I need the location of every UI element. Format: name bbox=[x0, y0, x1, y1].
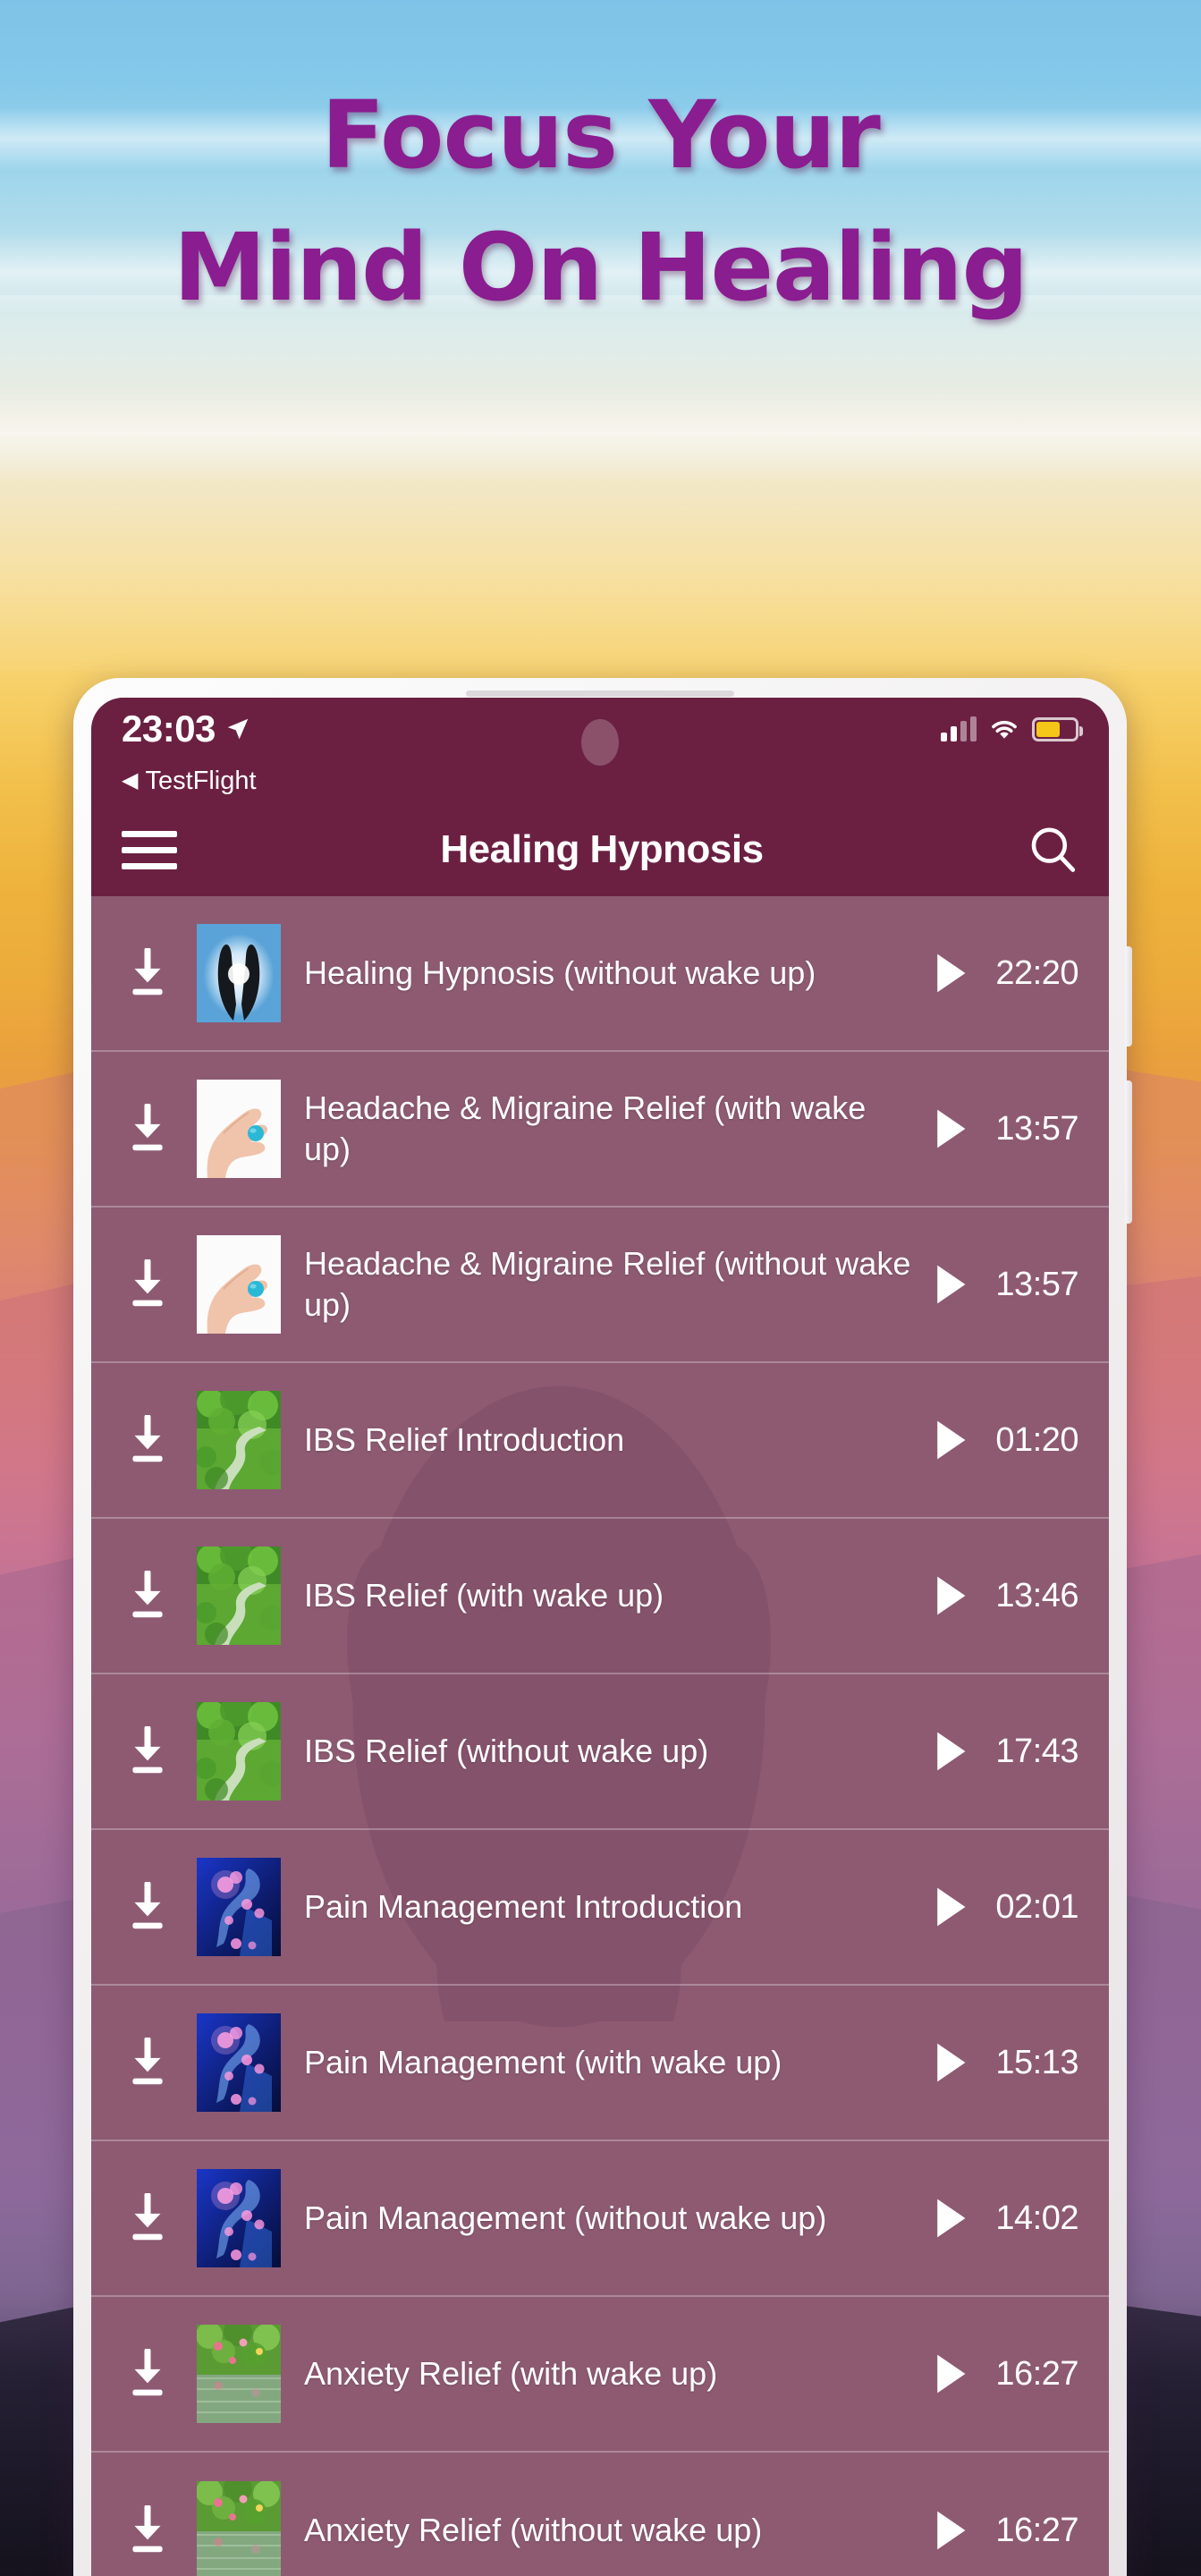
play-icon[interactable] bbox=[926, 1572, 975, 1620]
back-app-label: TestFlight bbox=[145, 766, 257, 795]
garden-pond-thumb bbox=[197, 2481, 281, 2576]
track-title: Anxiety Relief (with wake up) bbox=[304, 2354, 718, 2392]
track-title: Headache & Migraine Relief (without wake… bbox=[304, 1244, 911, 1323]
play-icon[interactable] bbox=[926, 949, 975, 997]
track-title: IBS Relief Introduction bbox=[304, 1420, 625, 1458]
status-bar-time: 23:03 bbox=[122, 708, 216, 750]
blue-anatomy-figure-thumb bbox=[197, 2013, 281, 2112]
promo-poster: Focus Your Mind On Healing 23:03 ◀ TestF… bbox=[0, 0, 1201, 2576]
blue-anatomy-figure-thumb bbox=[197, 2169, 281, 2267]
play-icon[interactable] bbox=[926, 1727, 975, 1775]
play-icon[interactable] bbox=[926, 2506, 975, 2555]
track-duration: 22:20 bbox=[995, 953, 1078, 992]
table-row[interactable]: Pain Management (with wake up) 15:13 bbox=[91, 1986, 1109, 2141]
track-title: Healing Hypnosis (without wake up) bbox=[304, 953, 816, 991]
page-title: Focus Your Mind On Healing bbox=[0, 70, 1201, 334]
download-icon[interactable] bbox=[113, 1405, 182, 1475]
nav-bar: Healing Hypnosis bbox=[91, 803, 1109, 896]
table-row[interactable]: Pain Management (without wake up) 14:02 bbox=[91, 2141, 1109, 2297]
track-duration: 13:57 bbox=[995, 1265, 1078, 1303]
track-duration: 15:13 bbox=[995, 2043, 1078, 2081]
earpiece-speaker bbox=[466, 691, 734, 697]
battery-icon bbox=[1032, 716, 1083, 741]
sky-haze bbox=[0, 295, 1201, 671]
table-row[interactable]: Anxiety Relief (without wake up) 16:27 bbox=[91, 2453, 1109, 2576]
location-arrow-icon bbox=[227, 718, 249, 740]
track-title: Anxiety Relief (without wake up) bbox=[304, 2511, 763, 2548]
nav-title: Healing Hypnosis bbox=[440, 827, 764, 871]
track-title: Pain Management (with wake up) bbox=[304, 2043, 782, 2080]
download-icon[interactable] bbox=[113, 2183, 182, 2253]
table-row[interactable]: IBS Relief (without wake up) 17:43 bbox=[91, 1674, 1109, 1830]
play-icon[interactable] bbox=[926, 1105, 975, 1153]
track-duration: 16:27 bbox=[995, 2511, 1078, 2549]
headline-line-1: Focus Your bbox=[321, 80, 881, 190]
hand-holding-pill-thumb bbox=[197, 1080, 281, 1178]
track-duration: 16:27 bbox=[995, 2354, 1078, 2393]
play-icon[interactable] bbox=[926, 1883, 975, 1931]
track-duration: 01:20 bbox=[995, 1420, 1078, 1459]
download-icon[interactable] bbox=[113, 1716, 182, 1786]
table-row[interactable]: Healing Hypnosis (without wake up) 22:20 bbox=[91, 896, 1109, 1052]
track-duration: 14:02 bbox=[995, 2199, 1078, 2237]
volume-up-button[interactable] bbox=[1125, 946, 1132, 1046]
blue-anatomy-figure-thumb bbox=[197, 1858, 281, 1956]
green-forest-stream-thumb bbox=[197, 1391, 281, 1489]
status-bar: 23:03 ◀ TestFlight bbox=[91, 698, 1109, 803]
download-icon[interactable] bbox=[113, 1872, 182, 1942]
track-title: IBS Relief (with wake up) bbox=[304, 1576, 664, 1614]
hand-holding-pill-thumb bbox=[197, 1235, 281, 1334]
play-icon[interactable] bbox=[926, 2038, 975, 2087]
front-camera-icon bbox=[581, 719, 619, 766]
track-title: IBS Relief (without wake up) bbox=[304, 1732, 709, 1769]
wifi-icon bbox=[992, 720, 1017, 739]
table-row[interactable]: Headache & Migraine Relief (without wake… bbox=[91, 1208, 1109, 1363]
track-duration: 13:57 bbox=[995, 1109, 1078, 1148]
search-icon[interactable] bbox=[1027, 824, 1078, 876]
green-forest-stream-thumb bbox=[197, 1702, 281, 1801]
play-icon[interactable] bbox=[926, 2350, 975, 2398]
table-row[interactable]: Headache & Migraine Relief (with wake up… bbox=[91, 1052, 1109, 1208]
track-duration: 17:43 bbox=[995, 1732, 1078, 1770]
garden-pond-thumb bbox=[197, 2325, 281, 2423]
table-row[interactable]: IBS Relief (with wake up) 13:46 bbox=[91, 1519, 1109, 1674]
headline-line-2: Mind On Healing bbox=[173, 212, 1028, 322]
back-caret-icon: ◀ bbox=[122, 768, 139, 792]
download-icon[interactable] bbox=[113, 2496, 182, 2565]
play-icon[interactable] bbox=[926, 2194, 975, 2242]
volume-down-button[interactable] bbox=[1125, 1080, 1132, 1224]
track-title: Pain Management (without wake up) bbox=[304, 2199, 827, 2236]
download-icon[interactable] bbox=[113, 938, 182, 1008]
download-icon[interactable] bbox=[113, 2339, 182, 2409]
track-list[interactable]: Healing Hypnosis (without wake up) 22:20… bbox=[91, 896, 1109, 2576]
download-icon[interactable] bbox=[113, 2028, 182, 2097]
track-duration: 02:01 bbox=[995, 1887, 1078, 1926]
download-icon[interactable] bbox=[113, 1094, 182, 1164]
back-to-testflight-link[interactable]: ◀ TestFlight bbox=[122, 760, 1078, 801]
table-row[interactable]: Anxiety Relief (with wake up) 16:27 bbox=[91, 2297, 1109, 2453]
phone-mockup: 23:03 ◀ TestFlight Healing Hypnosis Heal… bbox=[73, 678, 1132, 2576]
hamburger-menu-icon[interactable] bbox=[122, 830, 177, 869]
download-icon[interactable] bbox=[113, 1250, 182, 1319]
track-title: Headache & Migraine Relief (with wake up… bbox=[304, 1089, 867, 1167]
green-forest-stream-thumb bbox=[197, 1546, 281, 1645]
track-title: Pain Management Introduction bbox=[304, 1887, 743, 1925]
play-icon[interactable] bbox=[926, 1260, 975, 1309]
cellular-signal-icon bbox=[941, 716, 977, 741]
track-duration: 13:46 bbox=[995, 1576, 1078, 1614]
download-icon[interactable] bbox=[113, 1561, 182, 1631]
play-icon[interactable] bbox=[926, 1416, 975, 1464]
table-row[interactable]: IBS Relief Introduction 01:20 bbox=[91, 1363, 1109, 1519]
praying-hands-sky-thumb bbox=[197, 924, 281, 1022]
table-row[interactable]: Pain Management Introduction 02:01 bbox=[91, 1830, 1109, 1986]
phone-screen: 23:03 ◀ TestFlight Healing Hypnosis Heal… bbox=[91, 698, 1109, 2576]
cloud-band bbox=[0, 385, 1201, 483]
